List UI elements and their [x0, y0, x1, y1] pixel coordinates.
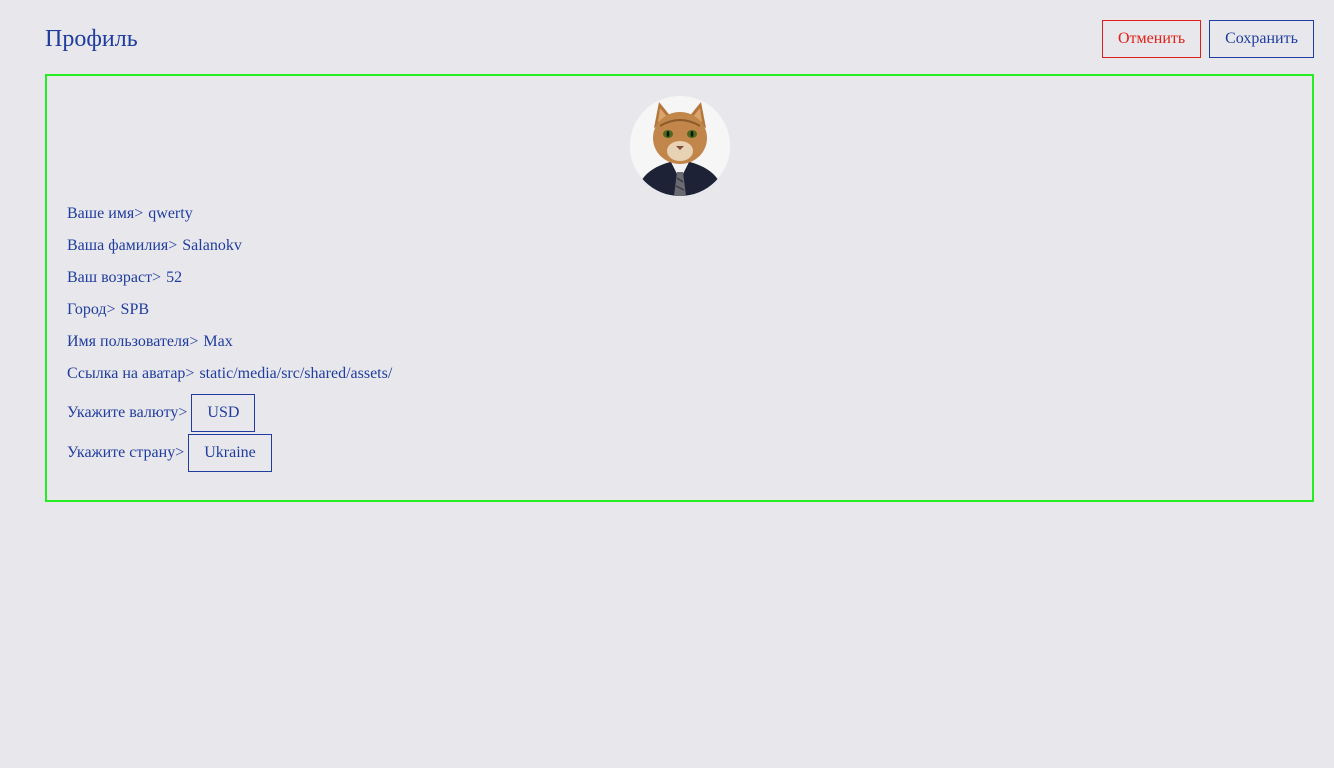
first-name-value[interactable]: qwerty: [148, 204, 192, 224]
username-field[interactable]: Имя пользователя> Max: [67, 332, 1292, 364]
city-field[interactable]: Город> SPB: [67, 300, 1292, 332]
city-label: Город>: [67, 301, 116, 318]
cancel-button[interactable]: Отменить: [1102, 20, 1201, 58]
avatar-link-label: Ссылка на аватар>: [67, 365, 195, 382]
age-value[interactable]: 52: [166, 268, 182, 288]
avatar-link-value[interactable]: static/media/src/shared/assets/: [199, 364, 392, 384]
last-name-value[interactable]: Salanokv: [182, 236, 242, 256]
cat-in-suit-avatar-icon: [630, 96, 730, 196]
currency-label: Укажите валюту>: [67, 404, 188, 421]
header-actions: Отменить Сохранить: [1102, 20, 1314, 58]
username-value[interactable]: Max: [203, 332, 232, 352]
page-title: Профиль: [45, 26, 138, 52]
first-name-field[interactable]: Ваше имя> qwerty: [67, 204, 1292, 236]
currency-select[interactable]: USD: [191, 394, 256, 432]
country-label: Укажите страну>: [67, 444, 185, 461]
avatar: [630, 96, 730, 196]
last-name-label: Ваша фамилия>: [67, 237, 178, 254]
last-name-field[interactable]: Ваша фамилия> Salanokv: [67, 236, 1292, 268]
first-name-label: Ваше имя>: [67, 205, 144, 222]
age-label: Ваш возраст>: [67, 269, 162, 286]
page-header: Профиль Отменить Сохранить: [45, 20, 1314, 58]
username-label: Имя пользователя>: [67, 333, 199, 350]
save-button[interactable]: Сохранить: [1209, 20, 1314, 58]
profile-fields: Ваше имя> qwerty Ваша фамилия> Salanokv …: [67, 204, 1292, 476]
age-field[interactable]: Ваш возраст> 52: [67, 268, 1292, 300]
profile-card: Ваше имя> qwerty Ваша фамилия> Salanokv …: [45, 74, 1314, 502]
city-value[interactable]: SPB: [121, 300, 149, 320]
country-field: Укажите страну> Ukraine: [67, 430, 1292, 476]
country-select[interactable]: Ukraine: [188, 434, 272, 472]
